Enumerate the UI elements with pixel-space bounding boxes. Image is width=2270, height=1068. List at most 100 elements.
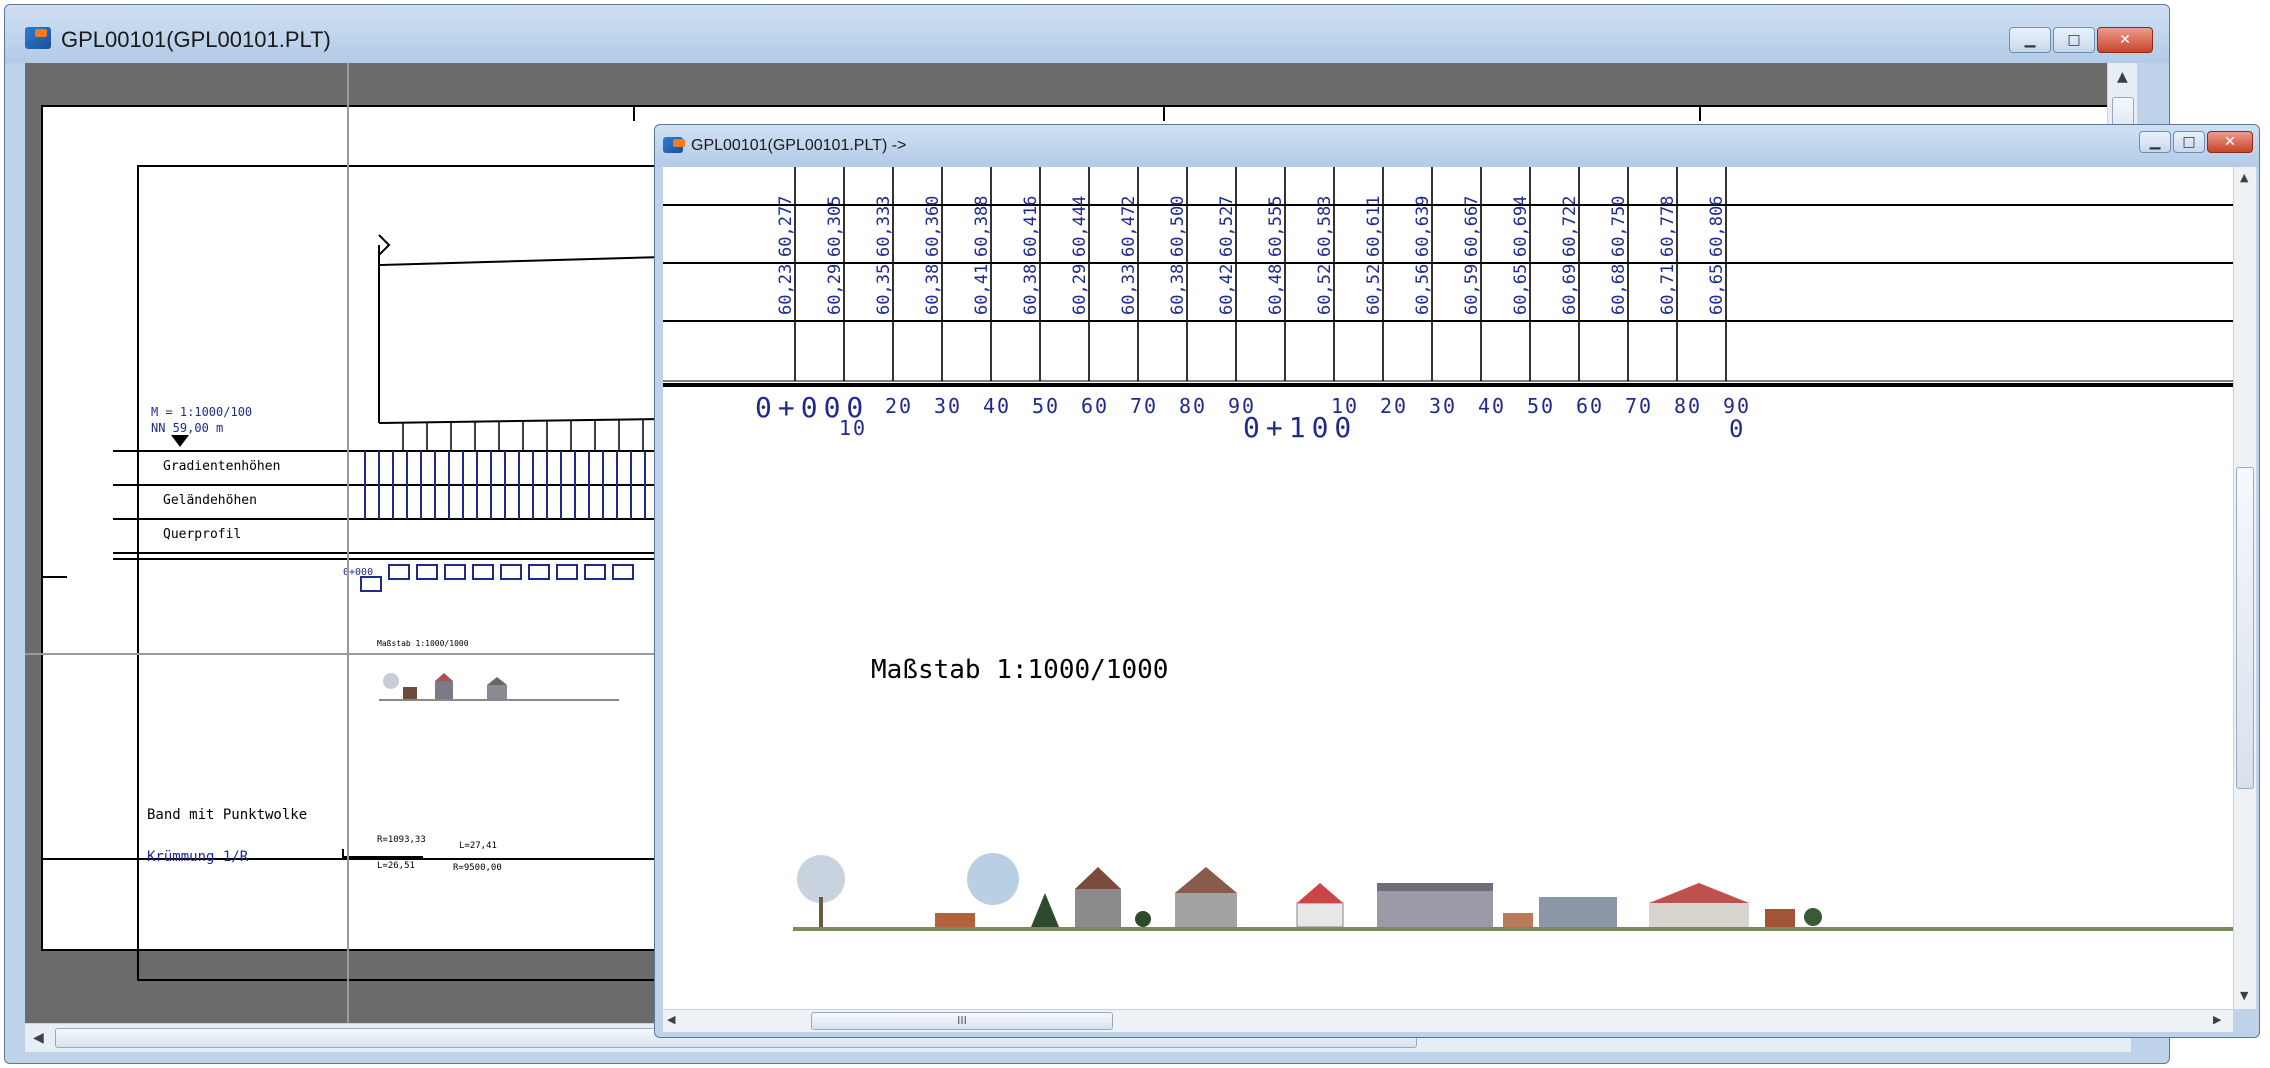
shed-icon (935, 913, 975, 927)
house-icon (1296, 902, 1344, 928)
roof-icon (1075, 867, 1121, 889)
minimize-button[interactable]: ▁ (2009, 27, 2051, 53)
station-label: 0 (1729, 415, 1749, 443)
station-label: 50 (1527, 394, 1555, 418)
ground-height-value: 60,71 (1658, 264, 1678, 315)
detail-minimize-button[interactable]: ▁ (2139, 131, 2171, 153)
curvature-label: Krümmung 1/R (147, 849, 249, 865)
ground-height-value: 60,42 (1217, 264, 1237, 315)
detail-app-icon (663, 137, 685, 153)
datum-label: NN 59,00 m (151, 421, 224, 435)
gradient-height-value: 60,444 (1070, 196, 1090, 257)
detail-window: GPL00101(GPL00101.PLT) -> ▁ □ ✕ 60,277 60… (654, 124, 2260, 1038)
roof-icon (1175, 867, 1237, 893)
station-label: 30 (934, 394, 962, 418)
gradient-height-value: 60,694 (1511, 196, 1531, 257)
detail-scroll-left-icon[interactable]: ◀ (667, 1013, 675, 1026)
ground-height-value: 60,56 (1413, 264, 1433, 315)
detail-scroll-right-icon[interactable]: ▶ (2213, 1013, 2221, 1026)
building-icon (1377, 889, 1493, 927)
shed-icon (1503, 913, 1533, 927)
ground-height-value: 60,69 (1560, 264, 1580, 315)
detail-scroll-down-icon[interactable]: ▼ (2240, 989, 2248, 1002)
ground-height-value: 60,48 (1266, 264, 1286, 315)
maximize-icon: □ (2182, 134, 2196, 150)
building-icon (1539, 897, 1617, 927)
detail-horizontal-thumb[interactable]: III (811, 1012, 1113, 1030)
detail-vertical-scrollbar[interactable]: ▲ ▼ (2233, 167, 2256, 1009)
detail-horizontal-scrollbar[interactable]: ◀ III ▶ (663, 1009, 2233, 1032)
mini-scale-note: Maßstab 1:1000/1000 (377, 639, 469, 648)
gradient-height-value: 60,305 (825, 196, 845, 257)
main-window-title: GPL00101(GPL00101.PLT) (61, 27, 331, 52)
station-label: 70 (1130, 394, 1158, 418)
station-label: 10 (839, 416, 867, 440)
ground-height-value: 60,52 (1315, 264, 1335, 315)
ground-height-value: 60,29 (1070, 264, 1090, 315)
ground-height-value: 60,59 (1462, 264, 1482, 315)
ground-height-value: 60,41 (972, 264, 992, 315)
close-button[interactable]: ✕ (2097, 27, 2153, 53)
scroll-left-icon[interactable]: ◀ (33, 1030, 44, 1046)
detail-canvas[interactable]: 60,277 60,305 60,333 60,360 60,388 60,416 60,4… (663, 167, 2233, 1009)
detail-maximize-button[interactable]: □ (2173, 131, 2205, 153)
app-icon (25, 27, 51, 49)
row-label-crosssection: Querprofil (163, 527, 242, 542)
gradient-height-value: 60,611 (1364, 196, 1384, 257)
station-label: 20 (1380, 394, 1408, 418)
station-label: 80 (1179, 394, 1207, 418)
datum-marker-icon (171, 435, 189, 447)
roof-icon (1377, 883, 1493, 891)
shed-icon (1765, 909, 1795, 927)
scroll-grip-icon: III (957, 1014, 967, 1027)
maximize-button[interactable]: □ (2053, 27, 2095, 53)
station-label: 50 (1032, 394, 1060, 418)
gradient-height-value: 60,722 (1560, 196, 1580, 257)
station-label: 40 (1478, 394, 1506, 418)
tree-icon (967, 853, 1019, 905)
station-label: 30 (1429, 394, 1457, 418)
row-label-ground: Geländehöhen (163, 493, 257, 508)
detail-titlebar[interactable]: GPL00101(GPL00101.PLT) -> ▁ □ ✕ (655, 125, 2259, 167)
ground-height-value: 60,65 (1511, 264, 1531, 315)
detail-vertical-thumb[interactable] (2236, 467, 2254, 789)
house-icon (1175, 893, 1237, 927)
bush-icon (1135, 911, 1151, 927)
gradient-height-value: 60,806 (1707, 196, 1727, 257)
gradient-height-value: 60,388 (972, 196, 992, 257)
ground-height-value: 60,35 (874, 264, 894, 315)
detail-close-button[interactable]: ✕ (2207, 131, 2253, 153)
detail-scroll-up-icon[interactable]: ▲ (2240, 171, 2248, 184)
ground-height-value: 60,38 (1168, 264, 1188, 315)
scroll-up-icon[interactable]: ▲ (2117, 69, 2128, 85)
minimize-icon: ▁ (2149, 134, 2161, 150)
ground-height-value: 60,68 (1609, 264, 1629, 315)
house-icon (1649, 903, 1749, 927)
ground-height-value: 60,65 (1707, 264, 1727, 315)
tree-trunk-icon (819, 897, 823, 927)
crosshair-vertical (347, 63, 349, 1023)
gradient-height-value: 60,333 (874, 196, 894, 257)
point-cloud-band (793, 853, 2233, 931)
gradient-height-value: 60,360 (923, 196, 943, 257)
gradient-height-value: 60,416 (1021, 196, 1041, 257)
curve-value-4: R=9500,00 (453, 863, 502, 873)
gradient-height-value: 60,472 (1119, 196, 1139, 257)
gradient-height-value: 60,778 (1658, 196, 1678, 257)
conifer-icon (1031, 893, 1059, 927)
detail-profile-table: 60,277 60,305 60,333 60,360 60,388 60,416 60,4… (663, 167, 2233, 931)
ground-height-value: 60,38 (1021, 264, 1041, 315)
roof-icon (1297, 883, 1343, 903)
ground-strip (793, 927, 2233, 931)
ground-height-value: 60,23 (776, 264, 796, 315)
curve-value-2: L=27,41 (459, 841, 497, 851)
main-titlebar[interactable]: GPL00101(GPL00101.PLT) ▁ □ ✕ (5, 5, 2169, 63)
station-label: 40 (983, 394, 1011, 418)
house-icon (1075, 889, 1121, 927)
band-label: Band mit Punktwolke (147, 807, 308, 823)
detail-window-title: GPL00101(GPL00101.PLT) -> (691, 137, 907, 154)
ground-height-value: 60,38 (923, 264, 943, 315)
station-label: 10 (1331, 394, 1359, 418)
ground-height-value: 60,33 (1119, 264, 1139, 315)
tree-icon (797, 855, 845, 903)
